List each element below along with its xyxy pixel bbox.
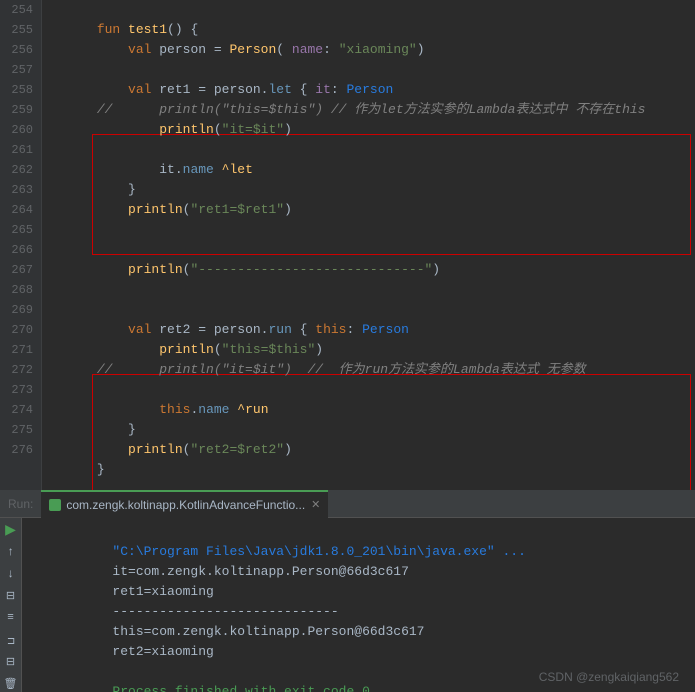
line-num-276: 276 (0, 440, 41, 460)
line-num-258: 258 (0, 80, 41, 100)
run-panel-container: Run: com.zengk.koltinapp.KotlinAdvanceFu… (0, 490, 695, 692)
line-num-259: 259 (0, 100, 41, 120)
line-num-256: 256 (0, 40, 41, 60)
run-tab[interactable]: com.zengk.koltinapp.KotlinAdvanceFunctio… (41, 490, 328, 518)
line-num-266: 266 (0, 240, 41, 260)
output-ret2: ret2=xiaoming (112, 644, 213, 659)
run-trash-icon[interactable]: 🗑 (3, 676, 19, 692)
run-tab-bar: Run: com.zengk.koltinapp.KotlinAdvanceFu… (0, 490, 695, 518)
line-num-261: 261 (0, 140, 41, 160)
run-tab-close-icon[interactable]: ✕ (311, 498, 320, 512)
code-line-268 (50, 280, 695, 300)
line-num-268: 268 (0, 280, 41, 300)
output-it: it=com.zengk.koltinapp.Person@66d3c617 (112, 564, 408, 579)
line-num-270: 270 (0, 320, 41, 340)
output-process-finished: Process finished with exit code 0 (112, 684, 369, 692)
code-line-256 (50, 40, 695, 60)
line-num-262: 262 (0, 160, 41, 180)
code-line-265 (50, 220, 695, 240)
brace-close3: } (97, 462, 105, 477)
line-num-260: 260 (0, 120, 41, 140)
line-numbers: 254 255 256 257 258 259 260 261 262 263 … (0, 0, 42, 490)
line-num-255: 255 (0, 20, 41, 40)
code-line-272 (50, 360, 695, 380)
output-line-1: "C:\Program Files\Java\jdk1.8.0_201\bin\… (50, 522, 687, 542)
line-num-263: 263 (0, 180, 41, 200)
code-line-273: this.name ^run (50, 380, 695, 400)
code-line-262: } (50, 160, 695, 180)
output-dash: ----------------------------- (112, 604, 338, 619)
line-num-267: 267 (0, 260, 41, 280)
line-num-269: 269 (0, 300, 41, 320)
line-num-273: 273 (0, 380, 41, 400)
run-print-icon[interactable]: ⊟ (3, 654, 19, 670)
code-line-257: val ret1 = person.let { it: Person (50, 60, 695, 80)
code-line-276: } (50, 440, 695, 460)
code-line-267 (50, 260, 695, 280)
code-line-263: println("ret1=$ret1") (50, 180, 695, 200)
watermark: CSDN @zengkaiqiang562 (539, 670, 679, 684)
code-line-274: } (50, 400, 695, 420)
editor-area: 254 255 256 257 258 259 260 261 262 263 … (0, 0, 695, 490)
run-tab-icon (49, 499, 61, 511)
line-num-274: 274 (0, 400, 41, 420)
code-line-269: val ret2 = person.run { this: Person (50, 300, 695, 320)
run-play-button[interactable]: ▶ (3, 522, 19, 538)
run-up-button[interactable]: ↑ (3, 544, 19, 560)
run-output: "C:\Program Files\Java\jdk1.8.0_201\bin\… (22, 518, 695, 692)
line-num-272: 272 (0, 360, 41, 380)
code-line-258: // println("this=$this") // 作为let方法实参的La… (50, 80, 695, 100)
run-settings-icon[interactable]: ⊏ (3, 632, 19, 648)
output-ret1: ret1=xiaoming (112, 584, 213, 599)
run-list-icon[interactable]: ≡ (3, 610, 19, 626)
line-num-265: 265 (0, 220, 41, 240)
output-this: this=com.zengk.koltinapp.Person@66d3c617 (112, 624, 424, 639)
run-tab-title: com.zengk.koltinapp.KotlinAdvanceFunctio… (66, 498, 305, 512)
run-panel-wrapper: ▶ ↑ ↓ ⊟ ≡ ⊏ ⊟ 🗑 "C:\Program Files\Java\j… (0, 518, 695, 692)
line-num-254: 254 (0, 0, 41, 20)
code-line-260 (50, 120, 695, 140)
run-down-button[interactable]: ↓ (3, 566, 19, 582)
line-num-275: 275 (0, 420, 41, 440)
output-path-text: "C:\Program Files\Java\jdk1.8.0_201\bin\… (112, 544, 525, 559)
line-num-257: 257 (0, 60, 41, 80)
code-line-259: println("it=$it") (50, 100, 695, 120)
code-line-270: println("this=$this") (50, 320, 695, 340)
code-line-266: println("-----------------------------") (50, 240, 695, 260)
run-side-controls: ▶ ↑ ↓ ⊟ ≡ ⊏ ⊟ 🗑 (0, 518, 22, 692)
line-num-264: 264 (0, 200, 41, 220)
code-line-264 (50, 200, 695, 220)
code-line-254: fun test1() { (50, 0, 695, 20)
run-label: Run: (0, 497, 41, 511)
code-line-261: it.name ^let (50, 140, 695, 160)
code-content[interactable]: fun test1() { val person = Person( name:… (42, 0, 695, 490)
code-line-255: val person = Person( name: "xiaoming") (50, 20, 695, 40)
run-filter-icon[interactable]: ⊟ (3, 588, 19, 604)
code-line-275: println("ret2=$ret2") (50, 420, 695, 440)
code-line-271: // println("it=$it") // 作为run方法实参的Lambda… (50, 340, 695, 360)
line-num-277 (0, 460, 41, 480)
line-num-271: 271 (0, 340, 41, 360)
